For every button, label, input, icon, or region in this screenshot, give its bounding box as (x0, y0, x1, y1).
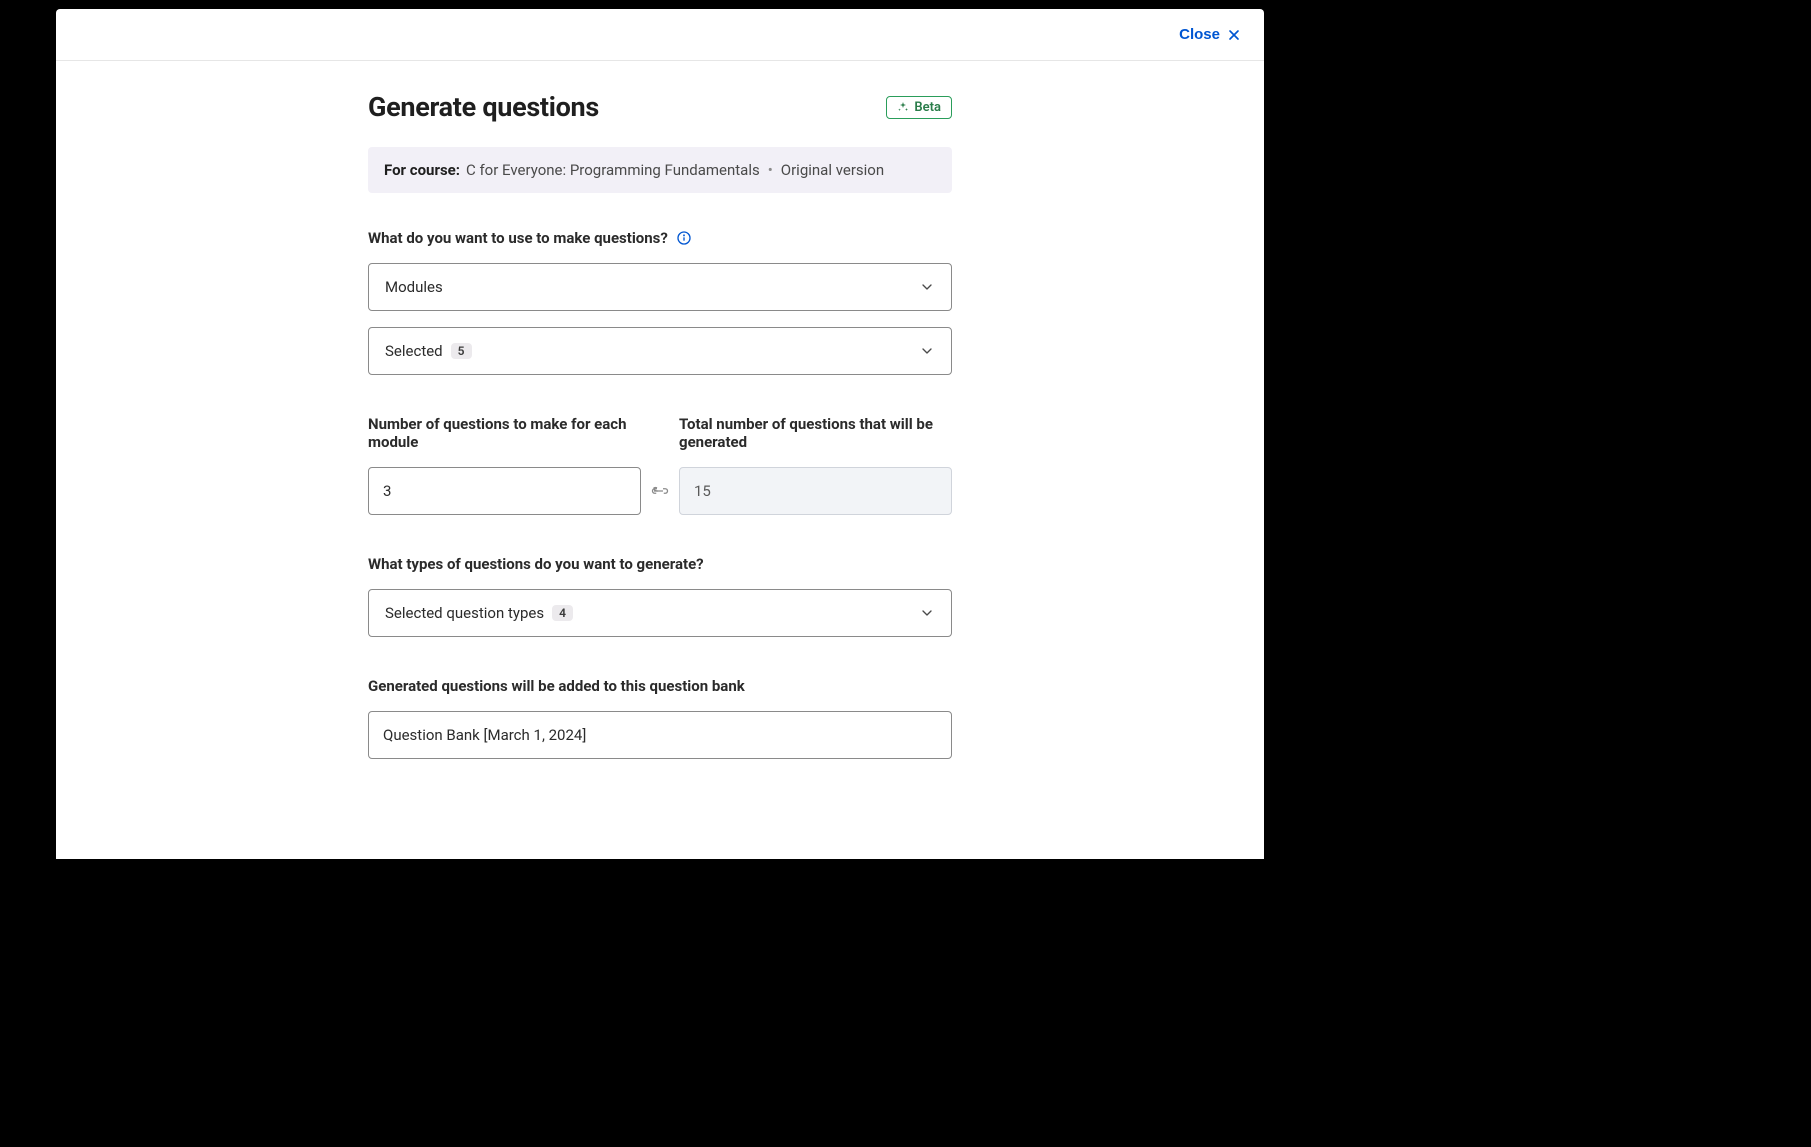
source-type-value: Modules (385, 278, 443, 296)
modal-header: Close (56, 9, 1264, 61)
total-col: Total number of questions that will be g… (679, 415, 952, 515)
modal: Close Generate questions Beta For course… (56, 9, 1264, 859)
close-label: Close (1179, 26, 1220, 43)
title-row: Generate questions Beta (368, 91, 952, 123)
content-column: Generate questions Beta For course: C fo… (368, 91, 952, 859)
total-label: Total number of questions that will be g… (679, 415, 952, 451)
question-bank-input[interactable] (368, 711, 952, 759)
info-icon[interactable] (676, 230, 692, 246)
bank-section: Generated questions will be added to thi… (368, 677, 952, 759)
dot-separator: • (768, 161, 773, 179)
course-info-bar: For course: C for Everyone: Programming … (368, 147, 952, 193)
total-output (679, 467, 952, 515)
course-label: For course: (384, 161, 460, 179)
per-module-input[interactable] (368, 467, 641, 515)
source-type-select[interactable]: Modules (368, 263, 952, 311)
close-icon (1226, 27, 1242, 43)
source-label-row: What do you want to use to make question… (368, 229, 952, 247)
course-name: C for Everyone: Programming Fundamentals (466, 161, 760, 179)
chevron-down-icon (919, 279, 935, 295)
source-section: What do you want to use to make question… (368, 229, 952, 375)
selected-modules-select[interactable]: Selected 5 (368, 327, 952, 375)
question-types-label: Selected question types (385, 604, 544, 622)
question-types-count: 4 (552, 605, 573, 621)
selected-modules-count: 5 (451, 343, 472, 359)
link-icon (651, 485, 669, 497)
types-section: What types of questions do you want to g… (368, 555, 952, 637)
count-row: Number of questions to make for each mod… (368, 415, 952, 515)
close-button[interactable]: Close (1179, 26, 1242, 43)
course-version: Original version (781, 161, 884, 179)
link-icon-wrap (641, 467, 679, 515)
source-label: What do you want to use to make question… (368, 229, 668, 247)
question-types-select[interactable]: Selected question types 4 (368, 589, 952, 637)
per-module-label: Number of questions to make for each mod… (368, 415, 641, 451)
chevron-down-icon (919, 605, 935, 621)
selected-modules-label: Selected (385, 342, 443, 360)
modal-body: Generate questions Beta For course: C fo… (56, 61, 1264, 859)
page-title: Generate questions (368, 91, 599, 123)
beta-label: Beta (914, 100, 941, 115)
sparkle-icon (897, 101, 909, 113)
chevron-down-icon (919, 343, 935, 359)
per-module-col: Number of questions to make for each mod… (368, 415, 641, 515)
bank-label: Generated questions will be added to thi… (368, 677, 952, 695)
types-label: What types of questions do you want to g… (368, 555, 952, 573)
beta-badge: Beta (886, 96, 952, 119)
